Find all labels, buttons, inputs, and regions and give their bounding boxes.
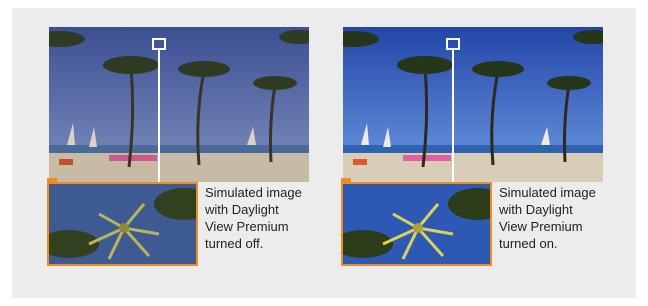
caption-line: turned off. (205, 236, 264, 251)
caption-line: turned on. (499, 236, 558, 251)
caption-line: with Daylight (499, 202, 573, 217)
beach-photo-off (49, 27, 309, 182)
caption-line: Simulated image (499, 185, 596, 200)
zoom-leader-line (158, 50, 160, 186)
zoom-frame-icon (152, 38, 166, 50)
beach-photo-on (343, 27, 603, 182)
caption-line: View Premium (205, 219, 289, 234)
zoomed-crop-on (341, 182, 492, 266)
caption-on: Simulated image with Daylight View Premi… (499, 184, 609, 252)
caption-line: with Daylight (205, 202, 279, 217)
caption-off: Simulated image with Daylight View Premi… (205, 184, 315, 252)
caption-line: View Premium (499, 219, 583, 234)
caption-line: Simulated image (205, 185, 302, 200)
comparison-panel: Simulated image with Daylight View Premi… (12, 8, 636, 298)
zoom-leader-line (452, 50, 454, 186)
zoomed-crop-off (47, 182, 198, 266)
zoom-frame-icon (446, 38, 460, 50)
